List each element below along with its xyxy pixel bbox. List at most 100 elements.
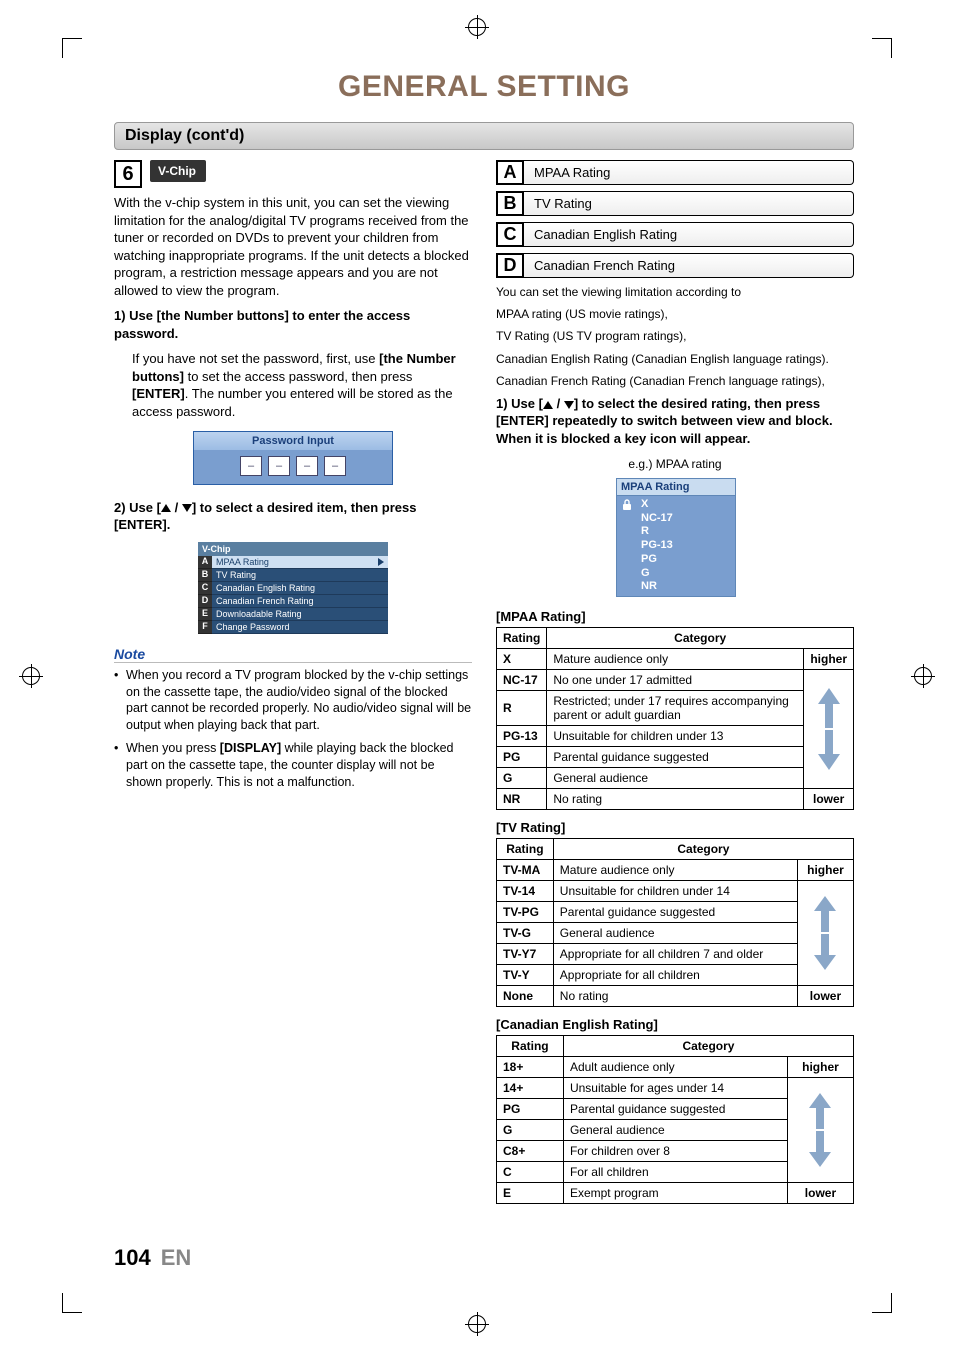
scale-lower: lower	[797, 986, 853, 1007]
th-category: Category	[563, 1036, 853, 1057]
menu-letter: E	[198, 608, 212, 621]
menu-letter: B	[198, 569, 212, 582]
rating-code: TV-MA	[497, 860, 554, 881]
scale-higher: higher	[804, 649, 854, 670]
menu-item: TV Rating	[212, 569, 388, 582]
rating-code: NC-17	[497, 670, 547, 691]
step-number: 6	[114, 160, 142, 188]
scale-higher: higher	[797, 860, 853, 881]
rating-desc: General audience	[547, 768, 804, 789]
option-label: Canadian English Rating	[524, 222, 854, 247]
rating-code: TV-G	[497, 923, 554, 944]
mpaa-section-label: [MPAA Rating]	[496, 609, 854, 624]
ce-section-label: [Canadian English Rating]	[496, 1017, 854, 1032]
down-arrow-icon	[564, 401, 574, 409]
mpaa-popup-item: X	[641, 498, 731, 512]
tv-rating-table: RatingCategory TV-MAMature audience only…	[496, 838, 854, 1007]
menu-item: Change Password	[212, 621, 388, 634]
rating-code: 18+	[497, 1057, 564, 1078]
option-letter: A	[496, 160, 524, 185]
mpaa-popup-item: R	[641, 525, 731, 539]
registration-mark	[468, 1315, 486, 1333]
canadian-english-rating-table: RatingCategory 18+Adult audience onlyhig…	[496, 1035, 854, 1204]
intro-text: With the v-chip system in this unit, you…	[114, 194, 472, 299]
substep-1-heading: 1) Use [the Number buttons] to enter the…	[114, 307, 472, 342]
note-item: When you record a TV program blocked by …	[114, 667, 472, 735]
note-item: When you press [DISPLAY] while playing b…	[114, 740, 472, 791]
mpaa-popup-title: MPAA Rating	[616, 478, 736, 496]
option-letter: D	[496, 253, 524, 278]
scale-arrow-cell	[787, 1078, 853, 1183]
rating-desc: Unsuitable for ages under 14	[563, 1078, 787, 1099]
arrow-up-icon	[809, 1093, 831, 1129]
scale-arrow-cell	[797, 881, 853, 986]
option-desc: Canadian French Rating (Canadian French …	[496, 373, 854, 389]
option-desc: Canadian English Rating (Canadian Englis…	[496, 351, 854, 367]
mpaa-popup: MPAA Rating X NC-17 R PG-13 PG G NR	[616, 478, 736, 597]
rating-desc: Appropriate for all children 7 and older	[553, 944, 797, 965]
rating-code: TV-14	[497, 881, 554, 902]
password-slot: –	[240, 456, 262, 476]
rating-code: G	[497, 1120, 564, 1141]
option-row: BTV Rating	[496, 191, 854, 216]
option-desc: TV Rating (US TV program ratings),	[496, 328, 854, 344]
menu-letter: D	[198, 595, 212, 608]
rating-desc: Restricted; under 17 requires accompanyi…	[547, 691, 804, 726]
up-arrow-icon	[543, 401, 553, 409]
menu-item: MPAA Rating	[212, 556, 388, 569]
rating-desc: Mature audience only	[547, 649, 804, 670]
rating-desc: Unsuitable for children under 13	[547, 726, 804, 747]
rating-code: G	[497, 768, 547, 789]
rating-desc: Parental guidance suggested	[553, 902, 797, 923]
rating-desc: No rating	[547, 789, 804, 810]
option-label: TV Rating	[524, 191, 854, 216]
registration-mark	[22, 667, 40, 685]
rating-desc: Appropriate for all children	[553, 965, 797, 986]
rating-code: PG-13	[497, 726, 547, 747]
scale-lower: lower	[787, 1183, 853, 1204]
rating-code: 14+	[497, 1078, 564, 1099]
rating-desc: For children over 8	[563, 1141, 787, 1162]
step-chip-vchip: V-Chip	[150, 160, 206, 182]
option-row: DCanadian French Rating	[496, 253, 854, 278]
substep-1-body: If you have not set the password, first,…	[114, 350, 472, 420]
th-category: Category	[553, 839, 853, 860]
password-input-header: Password Input	[194, 432, 392, 450]
menu-item: Canadian French Rating	[212, 595, 388, 608]
rating-desc: General audience	[563, 1120, 787, 1141]
option-letter: C	[496, 222, 524, 247]
registration-mark	[914, 667, 932, 685]
option-label: MPAA Rating	[524, 160, 854, 185]
arrow-up-icon	[814, 896, 836, 932]
up-arrow-icon	[161, 504, 171, 512]
rating-desc: Parental guidance suggested	[547, 747, 804, 768]
menu-letter: A	[198, 556, 212, 569]
password-slot: –	[268, 456, 290, 476]
rating-code: TV-PG	[497, 902, 554, 923]
option-row: CCanadian English Rating	[496, 222, 854, 247]
rating-desc: General audience	[553, 923, 797, 944]
scale-arrow-cell	[804, 670, 854, 789]
right-step-1: 1) Use [ / ] to select the desired ratin…	[496, 395, 854, 448]
rating-code: PG	[497, 747, 547, 768]
lock-icon	[617, 496, 637, 596]
rating-desc: Exempt program	[563, 1183, 787, 1204]
mpaa-popup-item: PG-13	[641, 539, 731, 553]
rating-desc: Adult audience only	[563, 1057, 787, 1078]
mpaa-rating-table: RatingCategory XMature audience onlyhigh…	[496, 627, 854, 810]
rating-desc: For all children	[563, 1162, 787, 1183]
rating-code: C8+	[497, 1141, 564, 1162]
menu-item: Downloadable Rating	[212, 608, 388, 621]
mpaa-popup-item: G	[641, 567, 731, 581]
rating-code: TV-Y7	[497, 944, 554, 965]
rating-code: X	[497, 649, 547, 670]
page-number: 104	[114, 1245, 151, 1271]
arrow-down-icon	[809, 1131, 831, 1167]
rating-code: None	[497, 986, 554, 1007]
rating-code: R	[497, 691, 547, 726]
rating-code: PG	[497, 1099, 564, 1120]
option-label: Canadian French Rating	[524, 253, 854, 278]
password-slot: –	[296, 456, 318, 476]
password-slot: –	[324, 456, 346, 476]
th-rating: Rating	[497, 1036, 564, 1057]
